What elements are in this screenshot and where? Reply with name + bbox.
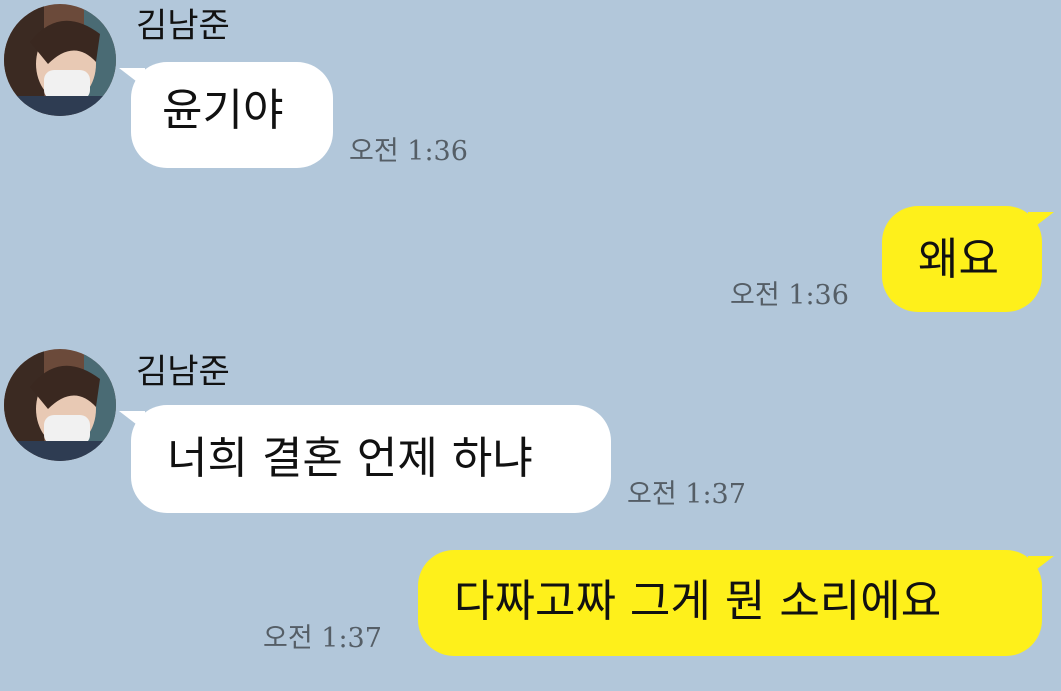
message-timestamp: 오전 1:36 [730, 280, 849, 311]
avatar-photo-icon [4, 4, 116, 116]
message-timestamp: 오전 1:37 [627, 479, 746, 510]
avatar-photo-icon [4, 349, 116, 461]
message-text: 다짜고짜 그게 뭔 소리에요 [454, 576, 942, 627]
bubble-tail [119, 68, 145, 88]
message-timestamp: 오전 1:36 [349, 136, 468, 167]
sender-name: 김남준 [136, 352, 230, 392]
message-text: 왜요 [918, 234, 999, 285]
bubble-tail [1028, 556, 1054, 576]
message-text: 윤기야 [162, 85, 284, 136]
incoming-message-bubble[interactable]: 윤기야 [119, 62, 333, 168]
incoming-message-bubble[interactable]: 너희 결혼 언제 하냐 [119, 405, 611, 513]
bubble-tail [119, 411, 145, 431]
message-timestamp: 오전 1:37 [263, 623, 382, 654]
sender-avatar[interactable] [4, 349, 116, 461]
outgoing-message-bubble[interactable]: 다짜고짜 그게 뭔 소리에요 [418, 550, 1054, 656]
sender-avatar[interactable] [4, 4, 116, 116]
bubble-tail [1028, 212, 1054, 232]
outgoing-message-bubble[interactable]: 왜요 [882, 206, 1054, 312]
sender-name: 김남준 [136, 6, 230, 46]
message-text: 너희 결혼 언제 하냐 [167, 433, 533, 484]
